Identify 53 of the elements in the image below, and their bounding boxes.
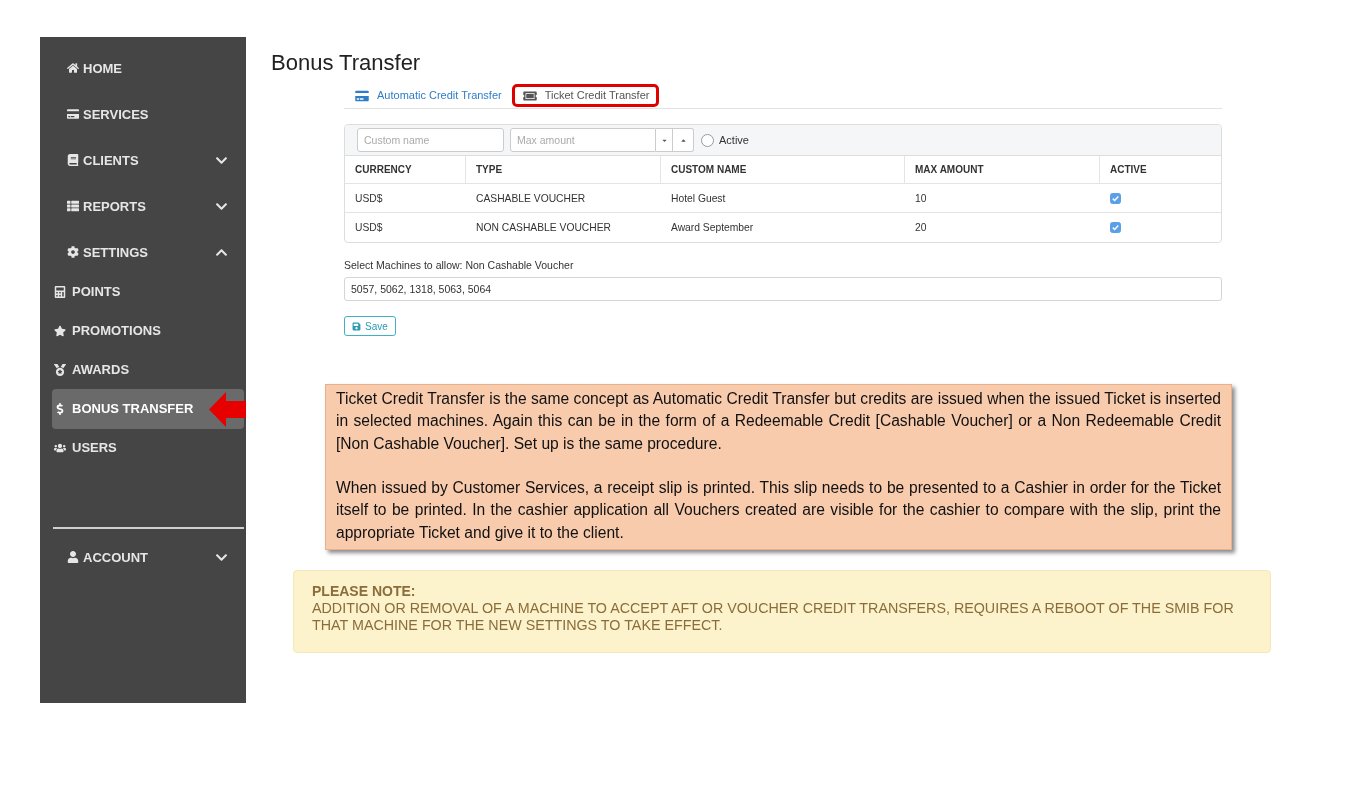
input-field[interactable]: Custom name xyxy=(357,128,504,152)
credit-card-icon xyxy=(355,89,369,102)
decrement-button[interactable] xyxy=(656,128,673,152)
checkbox[interactable] xyxy=(1110,222,1121,233)
paragraph: When issued by Customer Services, a receipt slip is printed. This slip needs to be presented to a Cashier in order for the Ticket itself to be printed. In the cashier application all Vouchers created are visible for the cashier to compare with the slip, print the appropriate Ticket and give it to the client. xyxy=(336,478,1221,543)
table-cell: USD$ xyxy=(345,184,466,213)
medal-icon xyxy=(54,363,66,376)
ticket-icon xyxy=(522,89,537,102)
calculator-icon xyxy=(54,285,66,298)
sidebar-item[interactable]: CLIENTS xyxy=(67,152,139,168)
sidebar-item[interactable]: PROMOTIONS xyxy=(52,323,161,338)
sidebar-item[interactable]: USERS xyxy=(52,440,117,455)
paragraph: Ticket Credit Transfer is the same concept as Automatic Credit Transfer but credits are issued when the issued Ticket is inserted in selected machines. Again this can be in the form of a Redeemable Credit [Cashable Voucher] or a Non Redeemable Credit [Non Cashable Voucher]. Set up is the same procedure. xyxy=(336,389,1221,454)
sidebar-item[interactable]: HOME xyxy=(67,60,122,76)
sidebar-item[interactable]: ACCOUNT xyxy=(67,549,148,565)
sidebar-item[interactable]: REPORTS xyxy=(67,198,146,214)
gear-icon xyxy=(67,246,79,258)
checkbox-label: Active xyxy=(719,134,749,146)
table-cell: Hotel Guest xyxy=(661,184,905,213)
field-label: Select Machines to allow: Non Cashable Voucher xyxy=(344,259,575,271)
column-header: ACTIVE xyxy=(1100,156,1221,184)
column-header: TYPE xyxy=(466,156,661,184)
tab[interactable]: Ticket Credit Transfer xyxy=(511,84,660,107)
sidebar-item[interactable]: AWARDS xyxy=(52,362,130,377)
sidebar-item[interactable]: SERVICES xyxy=(67,106,149,122)
checkbox[interactable] xyxy=(701,133,714,147)
tab[interactable]: Automatic Credit Transfer xyxy=(344,84,512,107)
credit-card-icon xyxy=(67,108,79,120)
book-icon xyxy=(67,154,79,166)
list-icon xyxy=(67,200,79,212)
sidebar-item[interactable]: POINTS xyxy=(52,284,121,299)
input-field[interactable]: Max amount xyxy=(510,128,656,152)
increment-button[interactable] xyxy=(673,128,694,152)
users-icon xyxy=(54,441,66,454)
user-icon xyxy=(67,551,79,563)
home-icon xyxy=(67,62,79,74)
page-title: Bonus Transfer xyxy=(271,50,422,76)
input-field[interactable]: 5057, 5062, 1318, 5063, 5064 xyxy=(344,277,1222,301)
dollar-icon xyxy=(54,402,66,415)
notice-title: PLEASE NOTE: xyxy=(312,582,417,601)
column-header: CUSTOM NAME xyxy=(661,156,905,184)
notice-text: ADDITION OR REMOVAL OF A MACHINE TO ACCEPT AFT OR VOUCHER CREDIT TRANSFERS, REQUIRES A REBOOT OF THE SMIB FOR THAT MACHINE FOR THE NEW SETTINGS TO TAKE EFFECT. xyxy=(312,600,1235,635)
table-cell: 10 xyxy=(905,184,1100,213)
sidebar-item[interactable]: SETTINGS xyxy=(67,244,148,260)
table-cell-text: Award September xyxy=(670,221,755,235)
checkbox[interactable] xyxy=(1110,192,1121,204)
table-cell-text: NON CASHABLE VOUCHER xyxy=(475,221,613,235)
table-cell-text: USD$ xyxy=(354,221,384,235)
column-header: MAX AMOUNT xyxy=(905,156,1100,184)
table-cell-text: 20 xyxy=(914,221,928,235)
star-icon xyxy=(54,324,66,337)
column-header: CURRENCY xyxy=(345,156,466,184)
table-cell: CASHABLE VOUCHER xyxy=(466,184,661,213)
